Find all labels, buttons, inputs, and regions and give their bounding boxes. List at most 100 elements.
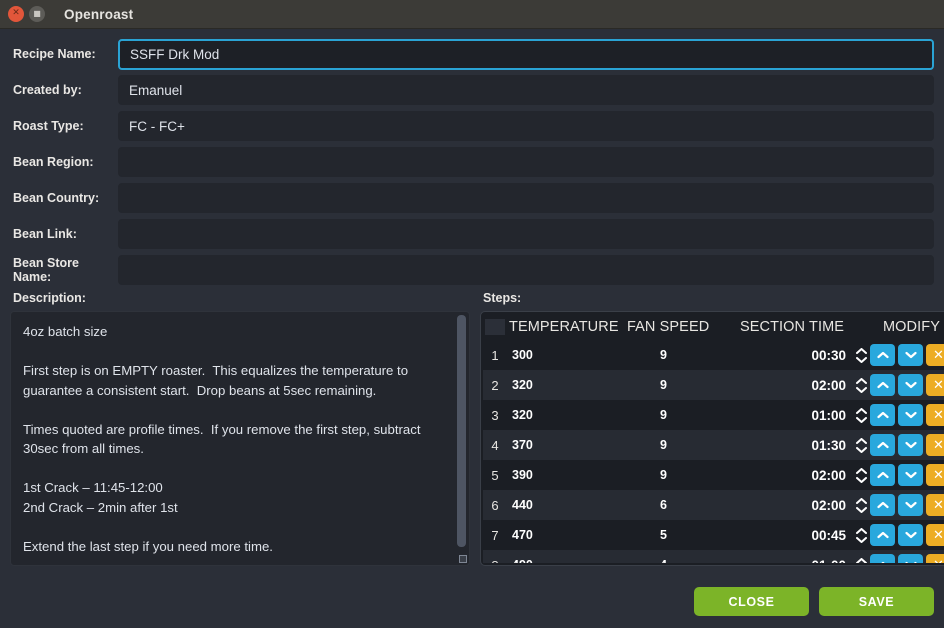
- stepper-down-icon[interactable]: [855, 476, 867, 483]
- move-step-up-button[interactable]: [870, 344, 895, 366]
- stepper-down-icon[interactable]: [855, 356, 867, 363]
- stepper-up-icon[interactable]: [855, 347, 867, 354]
- description-resize-grip[interactable]: [459, 555, 467, 563]
- row-index: 8: [485, 558, 505, 564]
- move-step-down-button[interactable]: [898, 464, 923, 486]
- table-row[interactable]: 5 390 9 02:00 ✕+: [483, 460, 944, 490]
- field-input[interactable]: [118, 75, 934, 105]
- table-row[interactable]: 7 470 5 00:45 ✕+: [483, 520, 944, 550]
- cell-section-time: 00:30: [811, 347, 846, 363]
- cell-temperature: 440: [512, 498, 533, 512]
- move-step-down-button[interactable]: [898, 404, 923, 426]
- table-row[interactable]: 4 370 9 01:30 ✕+: [483, 430, 944, 460]
- save-button[interactable]: SAVE: [819, 587, 934, 616]
- description-scrollbar[interactable]: [457, 315, 466, 547]
- stepper-up-icon[interactable]: [855, 437, 867, 444]
- column-header-section-time: SECTION TIME: [739, 319, 845, 335]
- move-step-up-button[interactable]: [870, 464, 895, 486]
- close-icon[interactable]: ✕: [8, 6, 24, 22]
- stepper-up-icon[interactable]: [855, 497, 867, 504]
- cell-fan-speed: 9: [660, 408, 667, 422]
- delete-step-button[interactable]: ✕: [926, 464, 944, 486]
- time-stepper[interactable]: [852, 377, 870, 393]
- time-stepper[interactable]: [852, 557, 870, 563]
- close-glyph: ✕: [12, 8, 20, 18]
- steps-scroll-area: TEMPERATURE FAN SPEED SECTION TIME MODIF…: [483, 314, 944, 563]
- move-step-up-button[interactable]: [870, 374, 895, 396]
- steps-label: Steps:: [483, 291, 522, 305]
- description-textarea[interactable]: 4oz batch size First step is on EMPTY ro…: [11, 312, 469, 565]
- cell-temperature: 470: [512, 528, 533, 542]
- move-step-up-button[interactable]: [870, 434, 895, 456]
- delete-step-button[interactable]: ✕: [926, 434, 944, 456]
- time-stepper[interactable]: [852, 407, 870, 423]
- move-step-up-button[interactable]: [870, 524, 895, 546]
- maximize-icon[interactable]: ■: [29, 6, 45, 22]
- title-bar: ✕ ■ Openroast: [0, 0, 944, 29]
- modify-cell: ✕+: [870, 554, 944, 563]
- field-input[interactable]: [118, 255, 934, 285]
- select-all-checkbox[interactable]: [485, 319, 505, 335]
- window-title: Openroast: [64, 6, 134, 22]
- table-row[interactable]: 8 490401:00 ✕+: [483, 550, 944, 563]
- move-step-up-button[interactable]: [870, 494, 895, 516]
- cell-temperature: 490: [509, 558, 627, 563]
- field-input[interactable]: [118, 111, 934, 141]
- table-row[interactable]: 6 440 6 02:00 ✕+: [483, 490, 944, 520]
- time-stepper[interactable]: [852, 527, 870, 543]
- stepper-down-icon[interactable]: [855, 506, 867, 513]
- field-input[interactable]: [118, 38, 934, 70]
- field-label: Bean Country:: [13, 191, 100, 205]
- field-input[interactable]: [118, 219, 934, 249]
- stepper-down-icon[interactable]: [855, 386, 867, 393]
- move-step-down-button[interactable]: [898, 554, 923, 563]
- move-step-down-button[interactable]: [898, 524, 923, 546]
- table-row[interactable]: 2 320 9 02:00 ✕+: [483, 370, 944, 400]
- steps-table-body: 1 300 9 00:30 ✕+ 2 320 9 02:00 ✕+ 3 320 9 01:00 ✕+ 4 370…: [483, 340, 944, 563]
- field-input[interactable]: [118, 147, 934, 177]
- delete-step-button[interactable]: ✕: [926, 344, 944, 366]
- delete-step-button[interactable]: ✕: [926, 524, 944, 546]
- description-box[interactable]: 4oz batch size First step is on EMPTY ro…: [10, 311, 470, 566]
- stepper-up-icon[interactable]: [855, 467, 867, 474]
- modify-cell: ✕+: [870, 374, 944, 396]
- stepper-down-icon[interactable]: [855, 536, 867, 543]
- move-step-down-button[interactable]: [898, 434, 923, 456]
- row-index: 1: [491, 347, 499, 363]
- cell-fan-speed: 9: [660, 348, 667, 362]
- time-stepper[interactable]: [852, 497, 870, 513]
- stepper-up-icon[interactable]: [855, 407, 867, 414]
- delete-step-button[interactable]: ✕: [926, 374, 944, 396]
- stepper-up-icon[interactable]: [855, 377, 867, 384]
- stepper-down-icon[interactable]: [855, 446, 867, 453]
- move-step-up-button[interactable]: [870, 404, 895, 426]
- time-stepper[interactable]: [852, 467, 870, 483]
- cell-section-time: 00:45: [811, 527, 846, 543]
- delete-step-button[interactable]: ✕: [926, 494, 944, 516]
- delete-step-button[interactable]: ✕: [926, 554, 944, 563]
- close-button[interactable]: CLOSE: [694, 587, 809, 616]
- column-header-modify: MODIFY: [883, 319, 940, 335]
- time-stepper[interactable]: [852, 347, 870, 363]
- cell-fan-speed: 9: [660, 378, 667, 392]
- row-index: 5: [491, 467, 499, 483]
- time-stepper[interactable]: [852, 437, 870, 453]
- field-label: Recipe Name:: [13, 47, 96, 61]
- delete-step-button-glyph: ✕: [933, 347, 944, 363]
- stepper-down-icon[interactable]: [855, 416, 867, 423]
- field-label: Bean Store Name:: [13, 256, 79, 284]
- stepper-up-icon[interactable]: [855, 557, 867, 563]
- move-step-down-button[interactable]: [898, 494, 923, 516]
- stepper-up-icon[interactable]: [855, 527, 867, 534]
- move-step-down-button[interactable]: [898, 374, 923, 396]
- move-step-down-button[interactable]: [898, 344, 923, 366]
- move-step-up-button[interactable]: [870, 554, 895, 563]
- table-row[interactable]: 3 320 9 01:00 ✕+: [483, 400, 944, 430]
- column-header-fan-speed: FAN SPEED: [627, 319, 710, 335]
- recipe-form: Recipe Name: Created by: Roast Type: Bean R…: [10, 38, 934, 285]
- delete-step-button[interactable]: ✕: [926, 404, 944, 426]
- table-row[interactable]: 1 300 9 00:30 ✕+: [483, 340, 944, 370]
- field-input[interactable]: [118, 183, 934, 213]
- cell-fan-speed: 9: [660, 438, 667, 452]
- cell-temperature: 390: [512, 468, 533, 482]
